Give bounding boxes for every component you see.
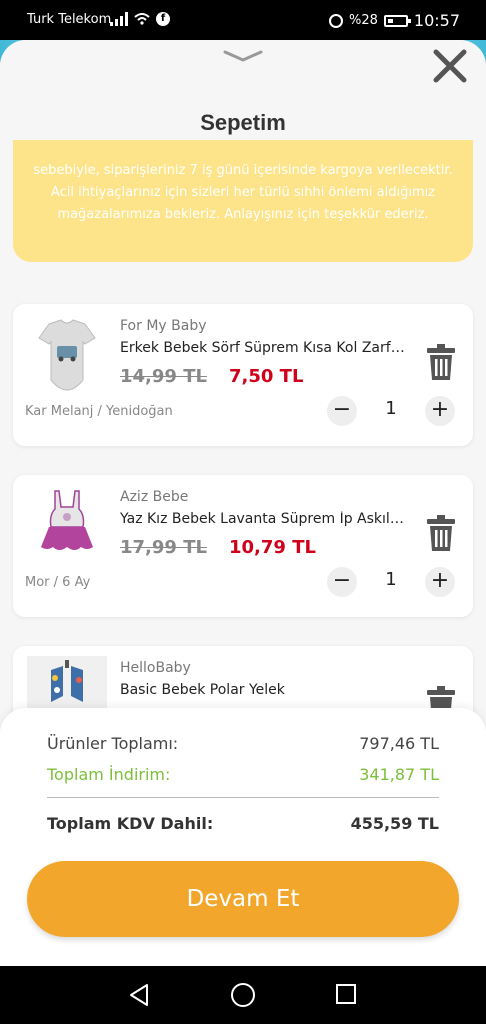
product-image[interactable] <box>27 314 107 396</box>
wifi-icon <box>134 13 150 25</box>
discount-value: 341,87 TL <box>359 765 439 784</box>
old-price: 17,99 TL <box>120 537 207 558</box>
recent-apps-icon[interactable] <box>336 984 356 1004</box>
product-variant: Kar Melanj / Yenidoğan <box>25 404 173 419</box>
old-price: 14,99 TL <box>120 366 207 387</box>
quantity-stepper: − 1 + <box>327 567 455 597</box>
quantity-value: 1 <box>385 398 397 419</box>
discounted-price: 7,50 TL <box>229 366 304 387</box>
decrease-quantity-button[interactable]: − <box>327 567 357 597</box>
home-icon[interactable] <box>231 983 255 1007</box>
carrier-name: Turk Telekom <box>27 12 112 27</box>
continue-button[interactable]: Devam Et <box>27 861 459 937</box>
total-value: 455,59 TL <box>350 814 439 833</box>
subtotal-value: 797,46 TL <box>359 734 439 753</box>
signal-icon <box>110 12 128 26</box>
facebook-icon: f <box>156 12 170 26</box>
discount-label: Toplam İndirim: <box>47 765 171 784</box>
quantity-value: 1 <box>385 569 397 590</box>
product-name[interactable]: Yaz Kız Bebek Lavanta Süprem İp Askılı B… <box>120 511 405 527</box>
divider <box>47 797 439 798</box>
increase-quantity-button[interactable]: + <box>425 567 455 597</box>
sheet-header: Sepetim <box>0 40 486 140</box>
decrease-quantity-button[interactable]: − <box>327 396 357 426</box>
clock: 10:57 <box>413 11 460 30</box>
subtotal-label: Ürünler Toplamı: <box>47 734 179 753</box>
total-label: Toplam KDV Dahil: <box>47 814 214 833</box>
close-icon[interactable] <box>430 46 470 86</box>
back-icon[interactable] <box>127 983 151 1007</box>
product-variant: Mor / 6 Ay <box>25 575 91 590</box>
cart-sheet: sebebiyle, siparişleriniz 7 iş günü içer… <box>0 40 486 966</box>
status-bar: Turk Telekom f %28 10:57 <box>0 0 486 40</box>
cart-item: For My Baby Erkek Bebek Sörf Süprem Kısa… <box>13 304 473 446</box>
page-title: Sepetim <box>200 110 286 135</box>
product-brand: Aziz Bebe <box>120 489 189 505</box>
chevron-down-icon[interactable] <box>222 48 264 64</box>
battery-icon <box>383 14 411 27</box>
alarm-icon <box>328 13 343 28</box>
product-brand: For My Baby <box>120 318 207 334</box>
discounted-price: 10,79 TL <box>229 537 316 558</box>
battery-percent: %28 <box>348 13 378 28</box>
notice-text: sebebiyle, siparişleriniz 7 iş günü içer… <box>33 163 453 222</box>
quantity-stepper: − 1 + <box>327 396 455 426</box>
order-summary: Ürünler Toplamı: 797,46 TL Toplam İndiri… <box>0 708 486 966</box>
product-brand: HelloBaby <box>120 660 191 676</box>
increase-quantity-button[interactable]: + <box>425 396 455 426</box>
cart-item: Aziz Bebe Yaz Kız Bebek Lavanta Süprem İ… <box>13 475 473 617</box>
product-name[interactable]: Basic Bebek Polar Yelek <box>120 682 405 698</box>
trash-icon[interactable] <box>427 515 455 551</box>
navigation-bar <box>0 966 486 1024</box>
product-image[interactable] <box>27 485 107 567</box>
trash-icon[interactable] <box>427 344 455 380</box>
product-name[interactable]: Erkek Bebek Sörf Süprem Kısa Kol Zarf Bo… <box>120 340 405 356</box>
